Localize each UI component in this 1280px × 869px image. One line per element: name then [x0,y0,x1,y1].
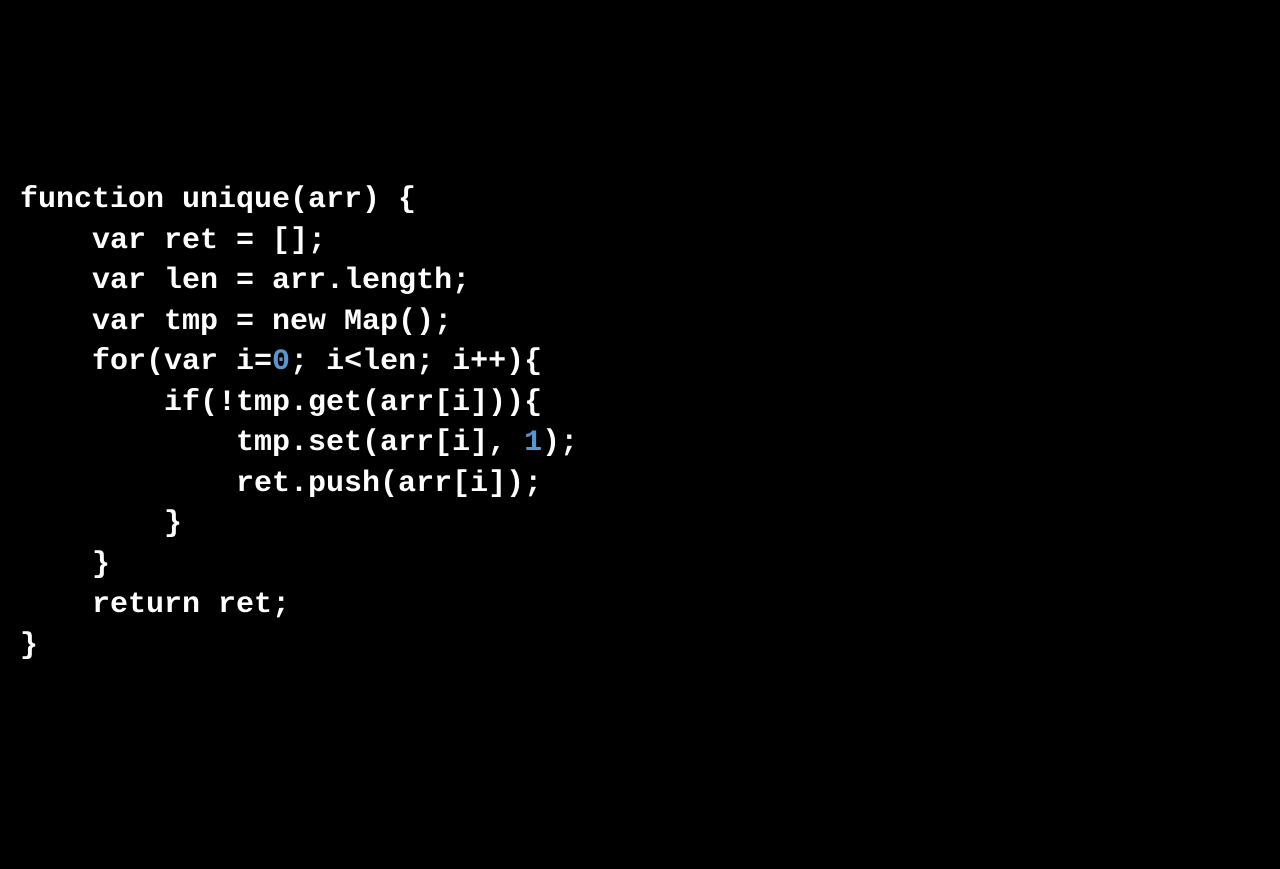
code-line-8: ret.push(arr[i]); [20,464,1260,505]
code-line-2: var ret = []; [20,221,1260,262]
number-literal: 0 [272,345,290,379]
code-text: var tmp = new Map(); [20,305,452,339]
code-line-5: for(var i=0; i<len; i++){ [20,342,1260,383]
code-text: function unique(arr) { [20,183,416,217]
code-text: ret.push(arr[i]); [20,467,542,501]
code-line-3: var len = arr.length; [20,261,1260,302]
code-text: tmp.set(arr[i], [20,426,524,460]
code-line-11: return ret; [20,585,1260,626]
code-text: ); [542,426,578,460]
code-text: } [20,507,182,541]
code-text: if(!tmp.get(arr[i])){ [20,386,542,420]
code-text: ; i<len; i++){ [290,345,542,379]
code-line-9: } [20,504,1260,545]
code-line-7: tmp.set(arr[i], 1); [20,423,1260,464]
code-text: var len = arr.length; [20,264,470,298]
code-block: function unique(arr) { var ret = []; var… [20,180,1260,666]
code-text: for(var i= [20,345,272,379]
code-line-12: } [20,626,1260,667]
code-line-4: var tmp = new Map(); [20,302,1260,343]
code-line-10: } [20,545,1260,586]
number-literal: 1 [524,426,542,460]
code-line-1: function unique(arr) { [20,180,1260,221]
code-text: } [20,629,38,663]
code-text: var ret = []; [20,224,326,258]
code-line-6: if(!tmp.get(arr[i])){ [20,383,1260,424]
code-text: return ret; [20,588,290,622]
code-text: } [20,548,110,582]
